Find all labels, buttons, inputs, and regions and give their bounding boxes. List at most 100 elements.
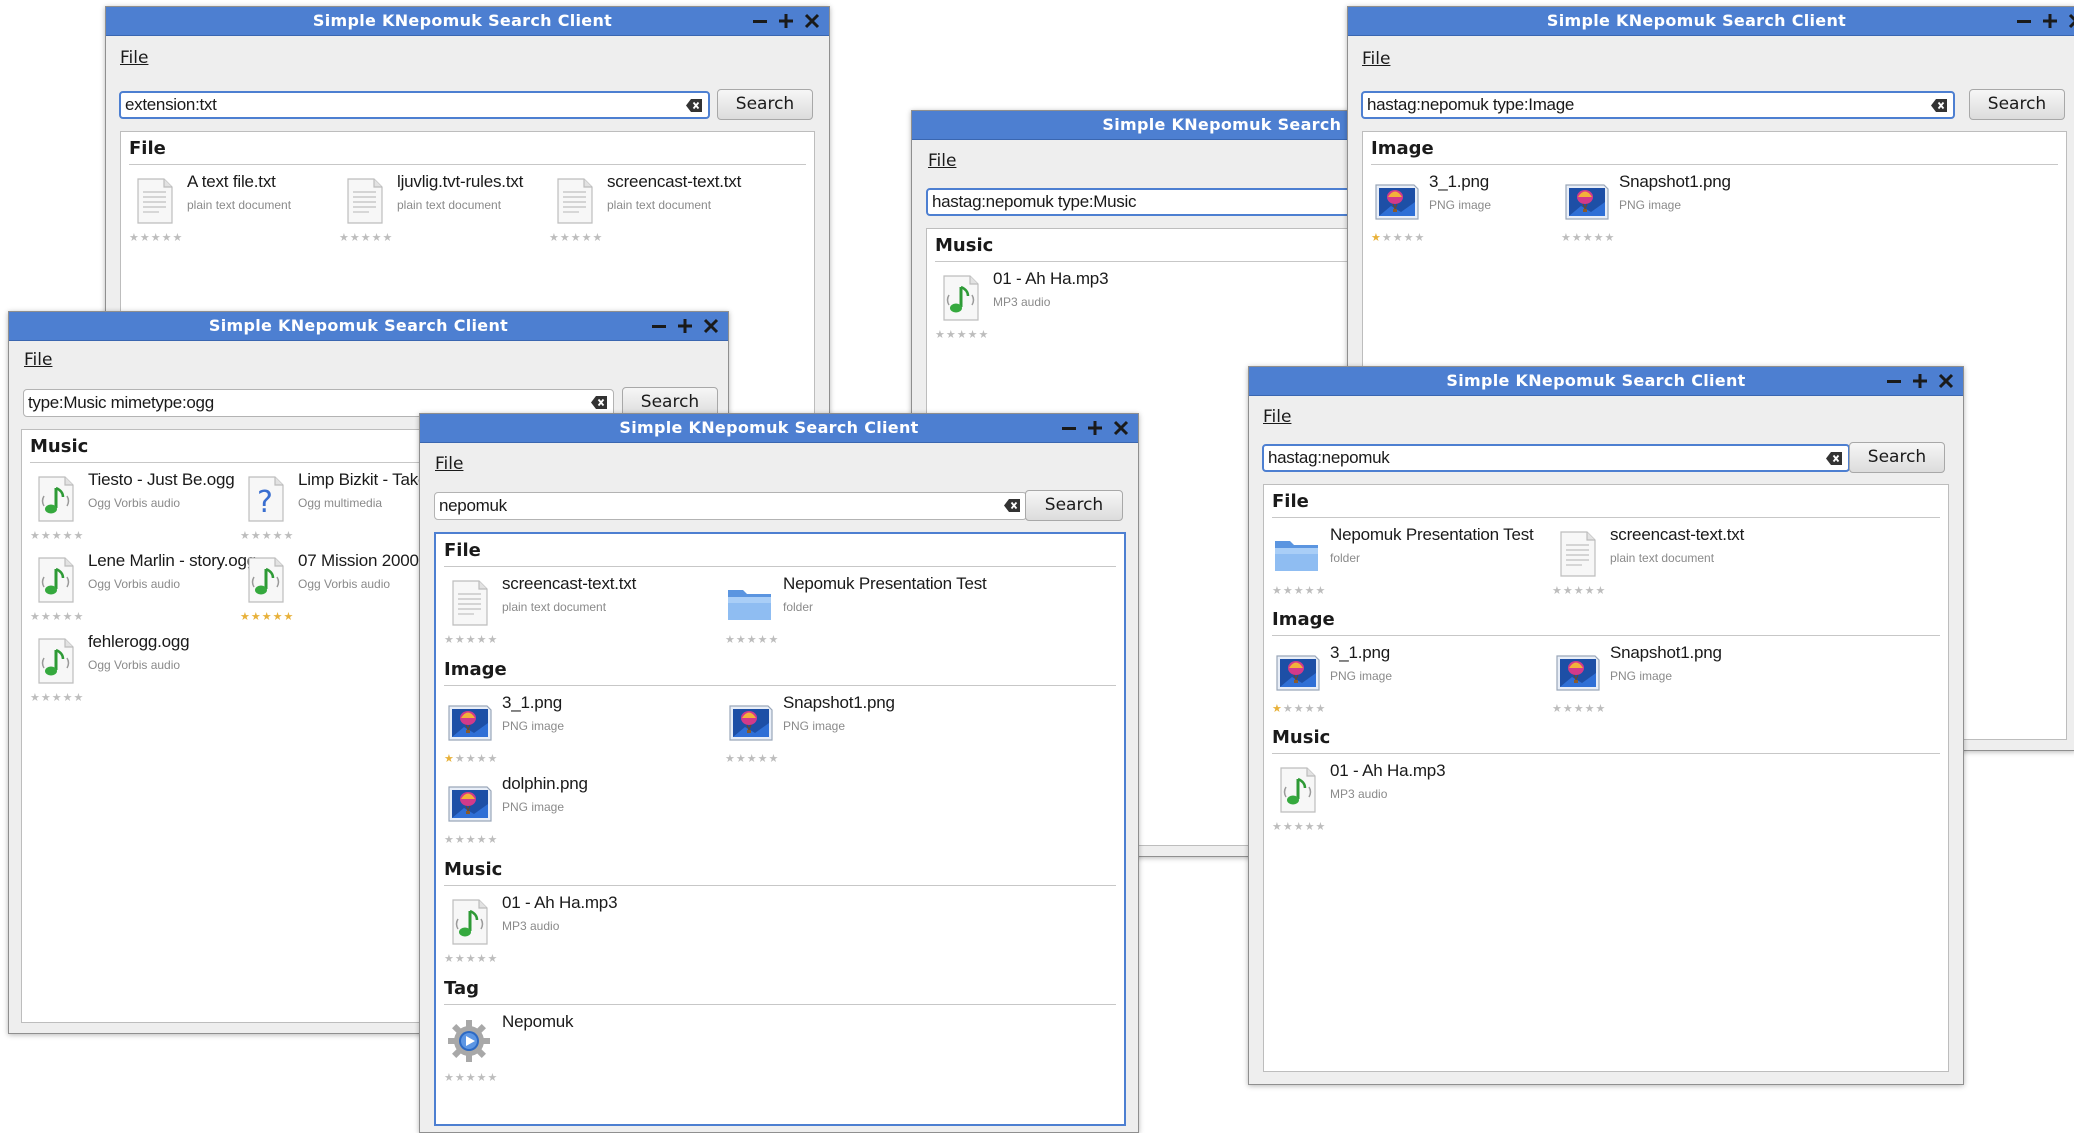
rating-stars[interactable]: ★★★★★ — [1371, 232, 1425, 244]
star-icon[interactable]: ★ — [52, 529, 63, 542]
rating-stars[interactable]: ★★★★★ — [30, 530, 84, 542]
rating-stars[interactable]: ★★★★★ — [725, 634, 779, 646]
maximize-icon[interactable] — [775, 10, 797, 32]
minimize-icon[interactable] — [2013, 10, 2035, 32]
star-icon[interactable]: ★ — [477, 633, 488, 646]
star-icon[interactable]: ★ — [284, 610, 295, 623]
result-item[interactable]: 07 Mission 2000 - Chris Cornell.oggOgg V… — [240, 551, 561, 629]
star-icon[interactable]: ★ — [140, 231, 151, 244]
star-icon[interactable]: ★ — [1563, 702, 1574, 715]
title-bar[interactable]: Simple KNepomuk Search Client — [9, 312, 728, 341]
maximize-icon[interactable] — [2039, 10, 2061, 32]
rating-stars[interactable]: ★★★★★ — [339, 232, 393, 244]
star-icon[interactable]: ★ — [736, 633, 747, 646]
clear-icon[interactable] — [1825, 451, 1843, 466]
star-icon[interactable]: ★ — [582, 231, 593, 244]
rating-stars[interactable]: ★★★★★ — [549, 232, 603, 244]
star-icon[interactable]: ★ — [758, 633, 769, 646]
search-button[interactable]: Search — [1025, 490, 1123, 521]
star-icon[interactable]: ★ — [979, 328, 990, 341]
star-icon[interactable]: ★ — [151, 231, 162, 244]
title-bar[interactable]: Simple KNepomuk Search Client — [1249, 367, 1963, 396]
result-item[interactable]: 3_1.png PNG image ★★★★★ — [444, 693, 719, 771]
star-icon[interactable]: ★ — [769, 633, 780, 646]
star-icon[interactable]: ★ — [361, 231, 372, 244]
star-icon[interactable]: ★ — [251, 529, 262, 542]
result-item[interactable]: Lene Marlin - story.ogg Ogg Vorbis audio ★… — [30, 551, 256, 629]
rating-stars[interactable]: ★★★★★ — [444, 834, 498, 846]
star-icon[interactable]: ★ — [1583, 231, 1594, 244]
star-icon[interactable]: ★ — [444, 833, 455, 846]
star-icon[interactable]: ★ — [1404, 231, 1415, 244]
star-icon[interactable]: ★ — [1393, 231, 1404, 244]
star-icon[interactable]: ★ — [455, 633, 466, 646]
clear-icon[interactable] — [685, 98, 703, 113]
rating-stars[interactable]: ★★★★★ — [1552, 585, 1606, 597]
result-item[interactable]: screencast-text.txt plain text document ★★… — [549, 172, 753, 250]
star-icon[interactable]: ★ — [1272, 702, 1283, 715]
star-icon[interactable]: ★ — [273, 610, 284, 623]
star-icon[interactable]: ★ — [1574, 702, 1585, 715]
star-icon[interactable]: ★ — [444, 1071, 455, 1084]
close-icon[interactable] — [801, 10, 823, 32]
result-item[interactable]: 01 - Ah Ha.mp3 MP3 audio ★★★★★ — [1272, 761, 1546, 839]
star-icon[interactable]: ★ — [1294, 820, 1305, 833]
star-icon[interactable]: ★ — [1382, 231, 1393, 244]
star-icon[interactable]: ★ — [1574, 584, 1585, 597]
star-icon[interactable]: ★ — [747, 633, 758, 646]
close-icon[interactable] — [2065, 10, 2074, 32]
star-icon[interactable]: ★ — [1371, 231, 1382, 244]
star-icon[interactable]: ★ — [74, 529, 85, 542]
rating-stars[interactable]: ★★★★★ — [444, 753, 498, 765]
minimize-icon[interactable] — [1883, 370, 1905, 392]
star-icon[interactable]: ★ — [52, 610, 63, 623]
rating-stars[interactable]: ★★★★★ — [240, 530, 294, 542]
star-icon[interactable]: ★ — [1561, 231, 1572, 244]
minimize-icon[interactable] — [648, 315, 670, 337]
minimize-icon[interactable] — [749, 10, 771, 32]
star-icon[interactable]: ★ — [488, 952, 499, 965]
star-icon[interactable]: ★ — [1415, 231, 1426, 244]
star-icon[interactable]: ★ — [30, 610, 41, 623]
result-item[interactable]: fehlerogg.ogg Ogg Vorbis audio ★★★★★ — [30, 632, 234, 710]
star-icon[interactable]: ★ — [1305, 820, 1316, 833]
star-icon[interactable]: ★ — [488, 633, 499, 646]
result-item[interactable]: 3_1.png PNG image ★★★★★ — [1371, 172, 1555, 250]
star-icon[interactable]: ★ — [1563, 584, 1574, 597]
star-icon[interactable]: ★ — [549, 231, 560, 244]
star-icon[interactable]: ★ — [1596, 584, 1607, 597]
star-icon[interactable]: ★ — [251, 610, 262, 623]
result-item[interactable]: A text file.txt plain text document ★★★★★ — [129, 172, 333, 250]
star-icon[interactable]: ★ — [466, 833, 477, 846]
result-item[interactable]: dolphin.png PNG image ★★★★★ — [444, 774, 719, 852]
star-icon[interactable]: ★ — [769, 752, 780, 765]
rating-stars[interactable]: ★★★★★ — [1552, 703, 1606, 715]
star-icon[interactable]: ★ — [455, 752, 466, 765]
rating-stars[interactable]: ★★★★★ — [129, 232, 183, 244]
search-input[interactable]: nepomuk — [434, 492, 1027, 520]
file-menu[interactable]: File — [1263, 407, 1291, 427]
star-icon[interactable]: ★ — [262, 610, 273, 623]
star-icon[interactable]: ★ — [63, 610, 74, 623]
star-icon[interactable]: ★ — [383, 231, 394, 244]
star-icon[interactable]: ★ — [477, 952, 488, 965]
file-menu[interactable]: File — [24, 350, 52, 370]
close-icon[interactable] — [700, 315, 722, 337]
rating-stars[interactable]: ★★★★★ — [1272, 703, 1326, 715]
star-icon[interactable]: ★ — [758, 752, 769, 765]
minimize-icon[interactable] — [1058, 417, 1080, 439]
star-icon[interactable]: ★ — [240, 610, 251, 623]
star-icon[interactable]: ★ — [262, 529, 273, 542]
star-icon[interactable]: ★ — [560, 231, 571, 244]
maximize-icon[interactable] — [1084, 417, 1106, 439]
rating-stars[interactable]: ★★★★★ — [30, 611, 84, 623]
search-input[interactable]: extension:txt — [119, 91, 710, 119]
result-item[interactable]: Nepomuk ★★★★★ — [444, 1012, 719, 1090]
result-item[interactable]: 01 - Ah Ha.mp3 MP3 audio ★★★★★ — [935, 269, 1139, 347]
result-item[interactable]: Snapshot1.png PNG image ★★★★★ — [1561, 172, 1745, 250]
star-icon[interactable]: ★ — [284, 529, 295, 542]
star-icon[interactable]: ★ — [455, 952, 466, 965]
clear-icon[interactable] — [1930, 98, 1948, 113]
star-icon[interactable]: ★ — [488, 1071, 499, 1084]
file-menu[interactable]: File — [1362, 49, 1390, 69]
